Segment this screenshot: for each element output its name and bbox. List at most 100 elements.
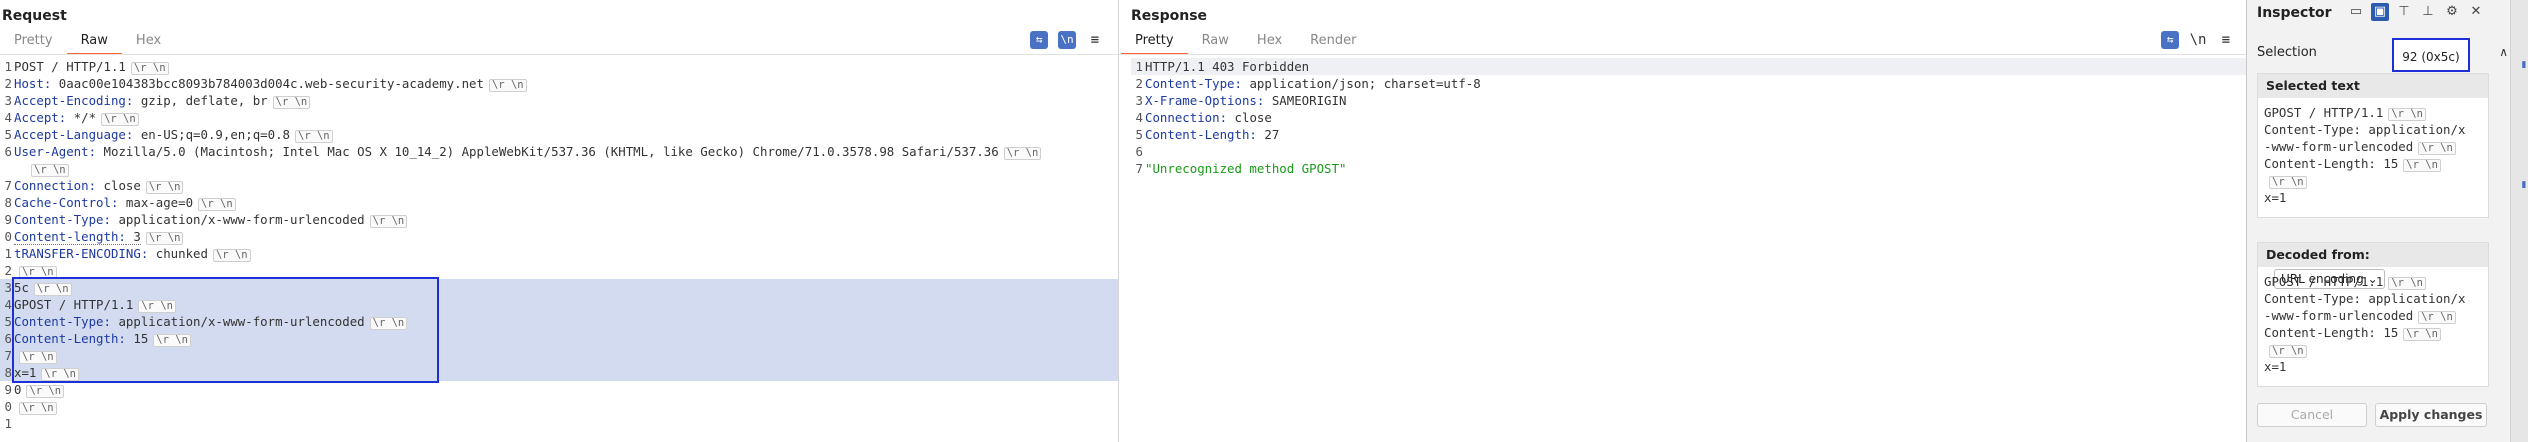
response-tab-pretty[interactable]: Pretty (1121, 29, 1188, 55)
request-line: 5 Accept-Language: en-US;q=0.9,en;q=0.8 \r… (0, 126, 1118, 143)
cancel-button[interactable]: Cancel (2257, 403, 2367, 427)
decoded-from-label: Decoded from: (2266, 247, 2370, 262)
response-line: 1 HTTP/1.1 403 Forbidden (1131, 58, 2246, 75)
request-tab-hex[interactable]: Hex (122, 29, 175, 53)
request-tab-pretty[interactable]: Pretty (0, 29, 67, 53)
apply-changes-button[interactable]: Apply changes (2375, 403, 2487, 427)
header-name: tRANSFER-ENCODING: (14, 246, 149, 261)
response-menu-icon[interactable]: ≡ (2217, 31, 2235, 49)
inspector-text-line: GPOST / HTTP/1.1 \r \n (2264, 104, 2482, 121)
inspector-align-bottom-icon[interactable]: ⊥ (2419, 3, 2437, 21)
crlf-marker: \r \n (1003, 147, 1042, 160)
response-line: 5 Content-Length: 27 (1131, 126, 2246, 143)
request-line: 9 Content-Type: application/x-www-form-ur… (0, 211, 1118, 228)
header-value: close (96, 178, 141, 193)
request-editor[interactable]: 1 POST / HTTP/1.1 \r \n 2 Host: 0aac00e10438… (0, 58, 1118, 442)
request-tabs: Pretty Raw Hex (0, 29, 175, 55)
line-number: 9 (4, 212, 12, 227)
header-value: Mozilla/5.0 (Macintosh; Intel Mac OS X 1… (96, 144, 999, 159)
crlf-marker: \r \n (101, 113, 139, 126)
response-tab-render[interactable]: Render (1296, 29, 1370, 53)
response-line: 7 "Unrecognized method GPOST" (1131, 160, 2246, 177)
inspector-text: Content-Type: application/x (2264, 122, 2466, 137)
line-number: 3 (1135, 93, 1143, 108)
inspector-layout-left-icon[interactable]: ▭ (2347, 3, 2365, 21)
request-wrap-toggle-icon[interactable]: ⇆ (1030, 31, 1048, 49)
inspector-layout-right-icon[interactable]: ▣ (2371, 3, 2389, 21)
request-tab-raw[interactable]: Raw (66, 29, 122, 55)
line-number: 0 (4, 399, 12, 414)
selected-text-heading: Selected text (2258, 74, 2488, 98)
request-line: 3 Accept-Encoding: gzip, deflate, br \r \n (0, 92, 1118, 109)
crlf-marker: \r \n (145, 181, 184, 194)
request-line: 9 0 \r \n (0, 381, 1118, 398)
response-line: 2 Content-Type: application/json; charset… (1131, 75, 2246, 92)
inspector-title: Inspector (2257, 5, 2332, 21)
header-name: 0 (14, 382, 22, 397)
response-body-text: "Unrecognized method GPOST" (1145, 161, 1347, 176)
inspector-text: Content-Length: 15 (2264, 156, 2399, 171)
request-line: 4 Accept: */* \r \n (0, 109, 1118, 126)
request-newline-toggle-icon[interactable]: \n (1058, 31, 1076, 49)
selected-text-card: Selected text GPOST / HTTP/1.1 \r \n Conte… (2257, 73, 2489, 218)
header-name: Accept-Language: (14, 127, 134, 142)
chevron-up-icon[interactable]: ∧ (2499, 45, 2508, 59)
crlf-marker: \r \n (19, 402, 57, 415)
selection-label: Selection (2257, 45, 2317, 60)
response-wrap-toggle-icon[interactable]: ⇆ (2161, 31, 2179, 49)
crlf-marker: \r \n (2388, 108, 2426, 121)
request-title: Request (2, 8, 67, 24)
header-name: Content-Length: (1145, 127, 1257, 142)
header-name: User-Agent: (14, 144, 97, 159)
inspector-settings-gear-icon[interactable]: ⚙ (2443, 3, 2461, 21)
side-tab-notes-icon[interactable]: ▮ (2511, 180, 2528, 190)
selection-row[interactable]: Selection 92 (0x5c) ∧ (2257, 38, 2518, 72)
response-editor[interactable]: 1 HTTP/1.1 403 Forbidden 2 Content-Type: ap… (1131, 58, 2246, 442)
inspector-text-line: \r \n (2264, 172, 2482, 189)
inspector-text-line: -www-form-urlencoded \r \n (2264, 307, 2482, 324)
header-value: application/json; charset=utf-8 (1241, 76, 1481, 91)
line-number: 5 (4, 127, 12, 142)
request-line: 0 Content-length: 3 \r \n (0, 228, 1118, 245)
inspector-text: GPOST / HTTP/1.1 (2264, 105, 2384, 120)
request-line: 7 Connection: close \r \n (0, 177, 1118, 194)
inspector-close-icon[interactable]: ✕ (2467, 3, 2485, 21)
header-value: en-US;q=0.9,en;q=0.8 (133, 127, 291, 142)
crlf-marker: \r \n (2418, 311, 2456, 324)
header-name: POST / HTTP/1.1 (14, 59, 126, 74)
header-value: application/x-www-form-urlencoded (110, 212, 365, 227)
header-name: Content-Type: (1145, 76, 1242, 91)
inspector-text-line: \r \n (2264, 341, 2482, 358)
side-tab-inspector-icon[interactable]: ▮ (2511, 60, 2528, 70)
header-value: chunked (148, 246, 208, 261)
header-name: X-Frame-Options: (1145, 93, 1265, 108)
response-newline-toggle-icon[interactable]: \n (2189, 31, 2207, 49)
header-value: 27 (1256, 127, 1280, 142)
inspector-toolbar: ▭ ▣ ⊤ ⊥ ⚙ ✕ (2347, 3, 2485, 21)
crlf-marker: \r \n (369, 215, 408, 228)
decoded-body[interactable]: GPOST / HTTP/1.1 \r \n Content-Type: appli… (2258, 267, 2488, 381)
inspector-text-line: Content-Length: 15 \r \n (2264, 155, 2482, 172)
line-number: 5 (1135, 127, 1143, 142)
crlf-marker: \r \n (2269, 176, 2307, 189)
crlf-marker: \r \n (272, 96, 311, 109)
inspector-text-line: x=1 (2264, 358, 2482, 375)
line-number: 4 (4, 110, 12, 125)
header-name: HTTP/1.1 403 Forbidden (1145, 59, 1310, 74)
side-tab-strip: ▮ ▮ (2510, 0, 2528, 442)
selected-text-body[interactable]: GPOST / HTTP/1.1 \r \n Content-Type: appli… (2258, 98, 2488, 212)
response-tab-raw[interactable]: Raw (1188, 29, 1243, 53)
crlf-marker: \r \n (295, 130, 333, 143)
response-tab-hex[interactable]: Hex (1243, 29, 1296, 53)
inspector-align-top-icon[interactable]: ⊤ (2395, 3, 2413, 21)
crlf-marker: \r \n (26, 385, 65, 398)
crlf-marker: \r \n (2403, 159, 2441, 172)
header-value: gzip, deflate, br (133, 93, 268, 108)
crlf-marker: \r \n (2418, 142, 2456, 155)
crlf-marker: \r \n (2388, 277, 2426, 290)
response-pane: Response Pretty Raw Hex Render ⇆ \n ≡ 1H… (1119, 0, 2247, 442)
request-menu-icon[interactable]: ≡ (1086, 31, 1104, 49)
crlf-marker: \r \n (488, 79, 527, 92)
header-name: Connection: (1145, 110, 1228, 125)
header-name: Connection: (14, 178, 97, 193)
